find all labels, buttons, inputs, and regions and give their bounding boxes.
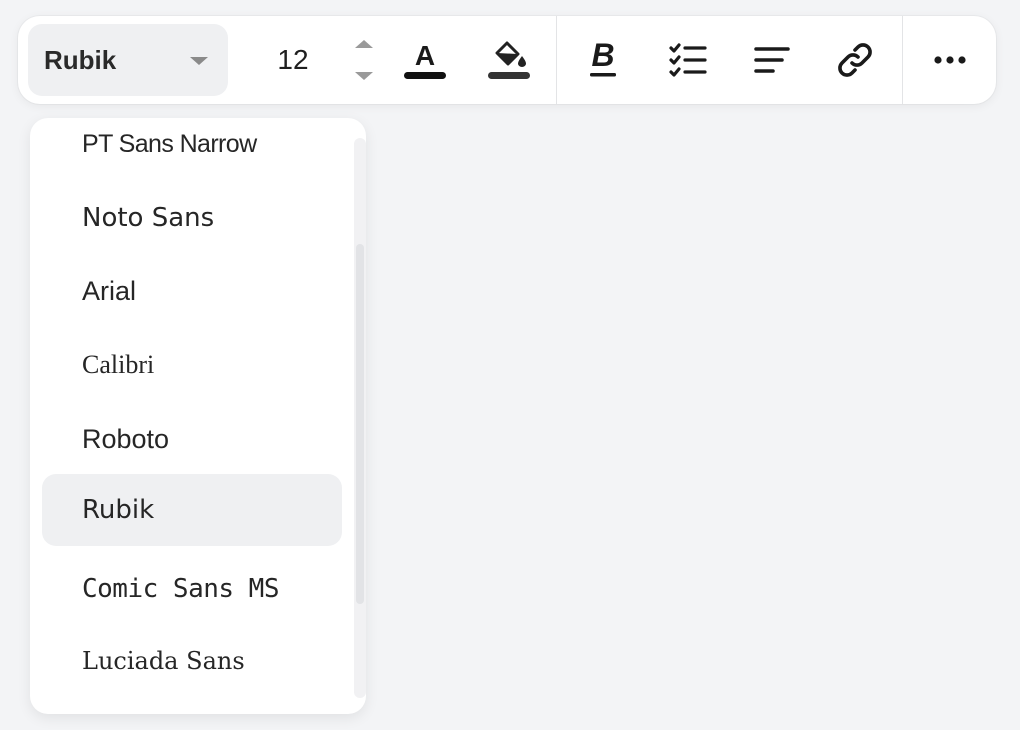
font-family-value: Rubik [44, 45, 117, 75]
font-option-noto-sans[interactable]: Noto Sans [42, 182, 342, 254]
font-option-pt-sans-narrow[interactable]: PT Sans Narrow [42, 118, 342, 180]
checklist-button[interactable] [658, 30, 718, 90]
font-option-label: Noto Sans [82, 203, 215, 233]
bold-button[interactable]: B [573, 30, 633, 90]
font-family-select[interactable]: Rubik [28, 24, 228, 96]
font-option-luciada-sans[interactable]: Luciada Sans [42, 625, 342, 697]
checklist-icon [669, 43, 707, 77]
font-option-label: Rubik [82, 495, 155, 525]
font-option-roboto[interactable]: Roboto [42, 403, 342, 475]
align-left-icon [754, 47, 790, 73]
formatting-toolbar: Rubik 12 A B [18, 16, 996, 104]
font-option-comic-sans-ms[interactable]: Comic Sans MS [42, 553, 342, 625]
bold-icon: B [590, 37, 616, 77]
text-color-icon: A [404, 40, 446, 79]
increase-size-icon[interactable] [355, 40, 373, 48]
highlight-button[interactable] [479, 30, 539, 90]
font-option-label: Luciada Sans [82, 647, 245, 675]
link-icon [838, 43, 872, 77]
font-option-calibri[interactable]: Calibri [42, 329, 342, 401]
align-button[interactable] [742, 30, 802, 90]
font-option-label: PT Sans Narrow [82, 130, 257, 158]
font-size-stepper [352, 38, 376, 82]
font-size-value[interactable]: 12 [268, 16, 318, 104]
font-option-rubik[interactable]: Rubik [42, 474, 342, 546]
font-option-arial[interactable]: Arial [42, 255, 342, 327]
font-option-label: Roboto [82, 424, 170, 454]
font-option-label: Arial [82, 276, 137, 306]
toolbar-divider [902, 16, 903, 104]
font-option-label: Comic Sans MS [82, 574, 280, 604]
dropdown-scroll-thumb[interactable] [356, 244, 364, 604]
caret-down-icon [190, 57, 208, 65]
more-horizontal-icon [934, 56, 966, 64]
toolbar-divider [556, 16, 557, 104]
more-button[interactable] [920, 30, 980, 90]
paint-bucket-icon [488, 41, 530, 79]
font-family-dropdown: PT Sans Narrow Noto Sans Arial Calibri R… [30, 118, 366, 714]
text-color-button[interactable]: A [395, 30, 455, 90]
svg-text:A: A [415, 40, 435, 71]
font-option-label: Calibri [82, 350, 155, 379]
svg-text:B: B [591, 37, 614, 73]
link-button[interactable] [825, 30, 885, 90]
decrease-size-icon[interactable] [355, 72, 373, 80]
